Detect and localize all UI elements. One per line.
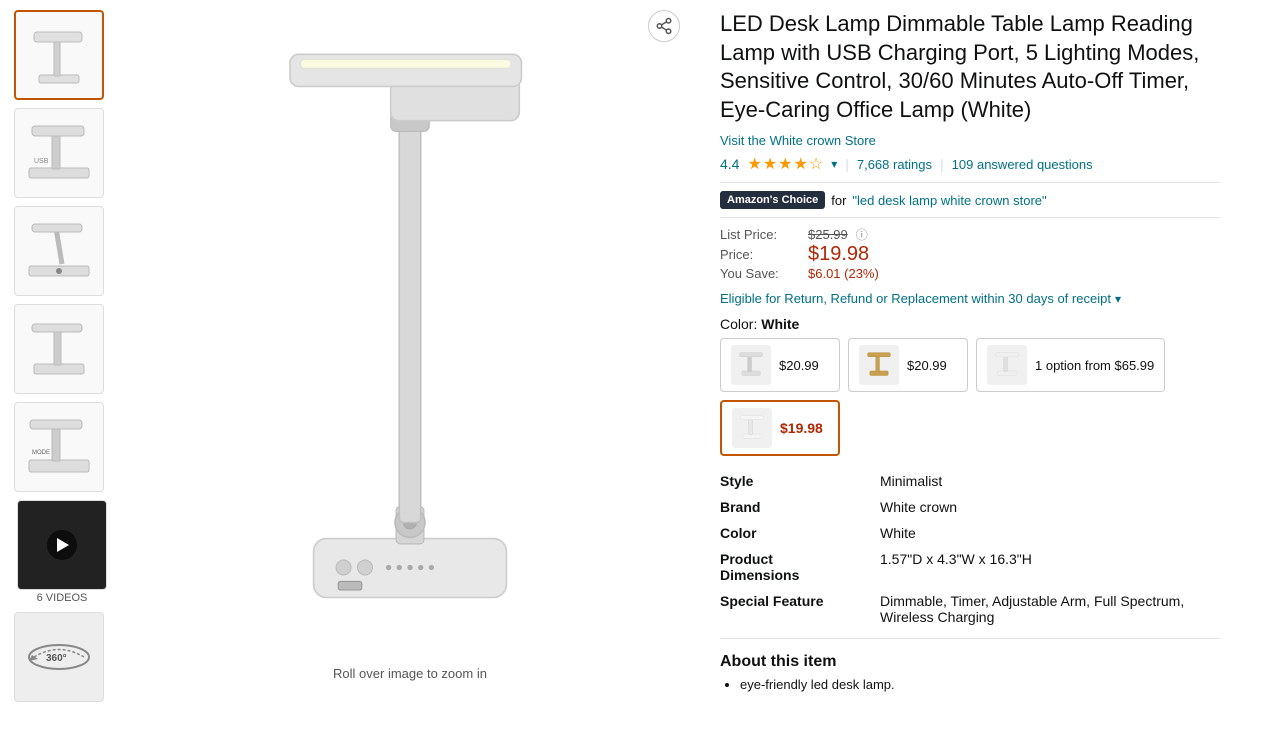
spec-label-dimensions: ProductDimensions <box>720 546 880 588</box>
video-label: 6 VIDEOS <box>37 592 88 604</box>
thumbnail-3[interactable] <box>14 206 104 296</box>
product-title: LED Desk Lamp Dimmable Table Lamp Readin… <box>720 10 1220 124</box>
spec-value-brand: White crown <box>880 494 1220 520</box>
specs-table: Style Minimalist Brand White crown Color… <box>720 468 1220 630</box>
spec-value-feature: Dimmable, Timer, Adjustable Arm, Full Sp… <box>880 588 1220 630</box>
color-label: Color: White <box>720 316 1220 332</box>
thumbnail-4[interactable] <box>14 304 104 394</box>
color-option-2[interactable]: $20.99 <box>848 338 968 392</box>
spec-value-dimensions: 1.57"D x 4.3"W x 16.3"H <box>880 546 1220 588</box>
color-swatch-3 <box>987 345 1027 385</box>
color-value: White <box>761 316 799 332</box>
spec-row-style: Style Minimalist <box>720 468 1220 494</box>
store-link[interactable]: Visit the White crown Store <box>720 133 876 148</box>
spec-label-style: Style <box>720 468 880 494</box>
divider-2 <box>720 217 1220 218</box>
star-5-half: ☆ <box>809 154 823 174</box>
amazon-choice-row: Amazon's Choice for "led desk lamp white… <box>720 191 1220 209</box>
specs-section: Style Minimalist Brand White crown Color… <box>720 468 1220 630</box>
amazon-choice-for-text: for <box>831 193 846 208</box>
star-2: ★ <box>763 154 777 174</box>
product-image <box>130 10 690 660</box>
amazon-choice-badge: Amazon's Choice <box>720 191 825 209</box>
spec-value-style: Minimalist <box>880 468 1220 494</box>
spec-value-color: White <box>880 520 1220 546</box>
price-section: List Price: $25.99 ⓘ Price: $19.98 You S… <box>720 226 1220 281</box>
ratings-count[interactable]: 7,668 ratings <box>857 157 932 172</box>
current-price: $19.98 <box>808 243 869 266</box>
color-label-text: Color: <box>720 316 761 332</box>
svg-text:360°: 360° <box>46 653 67 664</box>
info-icon[interactable]: ⓘ <box>856 226 868 243</box>
thumbnail-2[interactable]: USB <box>14 108 104 198</box>
svg-text:USB: USB <box>34 158 49 165</box>
spec-row-feature: Special Feature Dimmable, Timer, Adjusta… <box>720 588 1220 630</box>
save-label: You Save: <box>720 266 800 281</box>
spec-label-feature: Special Feature <box>720 588 880 630</box>
color-option-2-price: $20.99 <box>907 358 947 373</box>
color-option-3[interactable]: 1 option from $65.99 <box>976 338 1165 392</box>
star-4: ★ <box>794 154 808 174</box>
product-details: LED Desk Lamp Dimmable Table Lamp Readin… <box>700 0 1240 750</box>
star-1: ★ <box>747 154 761 174</box>
spec-row-color: Color White <box>720 520 1220 546</box>
color-swatch-1 <box>731 345 771 385</box>
about-item-1: eye-friendly led desk lamp. <box>740 677 1220 692</box>
thumbnail-5[interactable]: MODE <box>14 402 104 492</box>
about-title: About this item <box>720 653 1220 671</box>
spec-row-brand: Brand White crown <box>720 494 1220 520</box>
color-option-3-price: 1 option from $65.99 <box>1035 358 1154 373</box>
rating-dropdown-icon[interactable]: ▾ <box>831 157 837 171</box>
image-caption: Roll over image to zoom in <box>333 666 487 681</box>
answered-questions[interactable]: 109 answered questions <box>952 157 1093 172</box>
return-eligibility[interactable]: Eligible for Return, Refund or Replaceme… <box>720 291 1220 306</box>
star-rating: ★ ★ ★ ★ ☆ <box>747 154 823 174</box>
rating-number[interactable]: 4.4 <box>720 156 739 172</box>
thumbnail-video[interactable] <box>17 500 107 590</box>
color-option-1-price: $20.99 <box>779 358 819 373</box>
about-list: eye-friendly led desk lamp. <box>720 677 1220 692</box>
svg-text:MODE: MODE <box>32 450 50 456</box>
thumbnail-360[interactable]: 360° <box>14 612 104 702</box>
divider-1 <box>720 182 1220 183</box>
divider-3 <box>720 638 1220 639</box>
spec-label-color: Color <box>720 520 880 546</box>
color-options: $20.99 $20.99 1 option from $65.99 <box>720 338 1220 456</box>
color-option-4[interactable]: $19.98 <box>720 400 840 456</box>
about-section: About this item eye-friendly led desk la… <box>720 653 1220 692</box>
ratings-row: 4.4 ★ ★ ★ ★ ☆ ▾ | 7,668 ratings | 109 an… <box>720 154 1220 174</box>
spec-label-brand: Brand <box>720 494 880 520</box>
list-price-value: $25.99 <box>808 227 848 242</box>
thumbnail-strip: USB MODE <box>0 0 120 750</box>
list-price-label: List Price: <box>720 227 800 242</box>
color-section: Color: White $20.99 $20.99 <box>720 316 1220 456</box>
color-option-4-price: $19.98 <box>780 420 823 436</box>
color-swatch-4 <box>732 408 772 448</box>
color-swatch-2 <box>859 345 899 385</box>
return-chevron-icon: ▾ <box>1115 292 1121 306</box>
main-image-area: Roll over image to zoom in <box>120 0 700 750</box>
thumbnail-1[interactable] <box>14 10 104 100</box>
star-3: ★ <box>778 154 792 174</box>
share-button[interactable] <box>648 10 680 42</box>
amazon-choice-keyword[interactable]: "led desk lamp white crown store" <box>852 193 1046 208</box>
play-icon <box>47 530 77 560</box>
save-value: $6.01 (23%) <box>808 266 879 281</box>
color-option-1[interactable]: $20.99 <box>720 338 840 392</box>
spec-row-dimensions: ProductDimensions 1.57"D x 4.3"W x 16.3"… <box>720 546 1220 588</box>
price-label: Price: <box>720 247 800 262</box>
